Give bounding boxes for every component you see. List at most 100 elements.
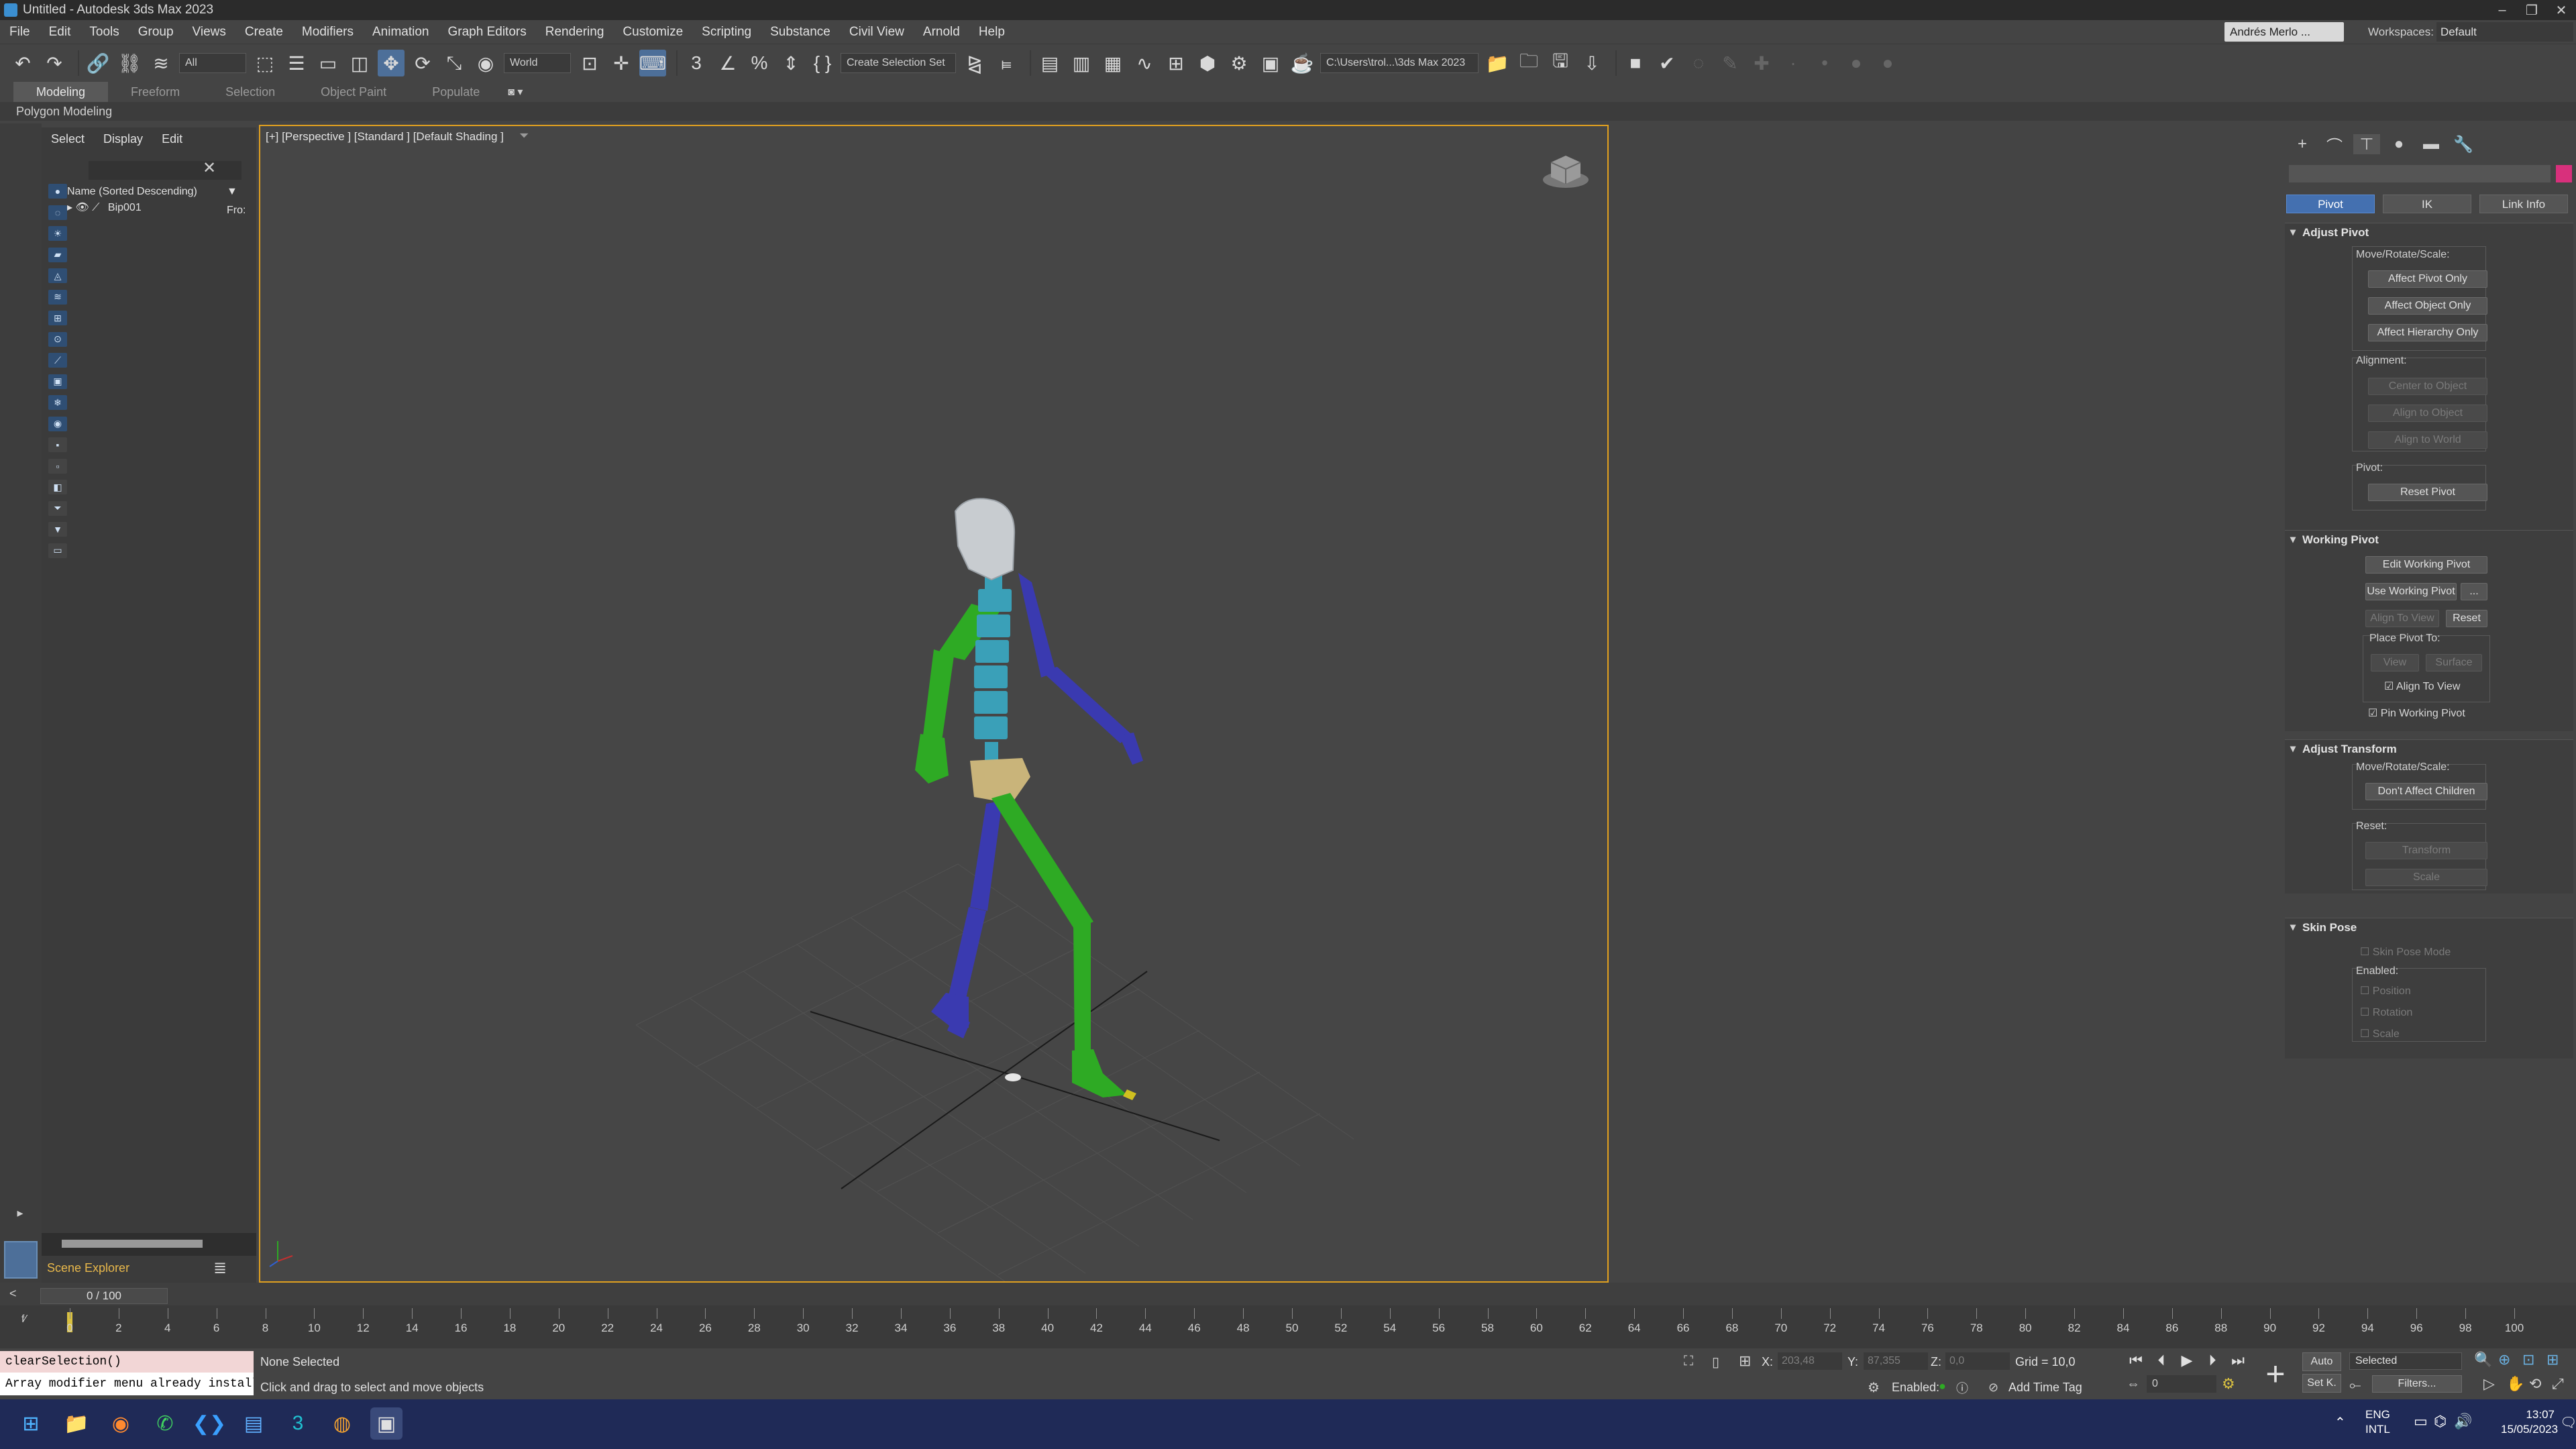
menu-scripting[interactable]: Scripting [692, 20, 761, 44]
menu-help[interactable]: Help [969, 20, 1014, 44]
use-working-pivot-button[interactable]: Use Working Pivot [2365, 583, 2457, 600]
rectangular-selection-icon[interactable]: ▭ [315, 50, 341, 76]
network-icon[interactable]: ⌬ [2434, 1413, 2447, 1430]
center-to-object-button[interactable]: Center to Object [2368, 378, 2487, 395]
adjust-transform-title[interactable]: Adjust Transform [2285, 740, 2573, 759]
select-and-place-icon[interactable]: ◉ [472, 50, 499, 76]
skin-pose-rotation-checkbox[interactable]: ☐ Rotation [2360, 1006, 2412, 1019]
project-folder-icon[interactable]: 🗀 [1515, 50, 1542, 76]
snaps-toggle-icon[interactable]: 3 [683, 50, 710, 76]
affect-pivot-only-button[interactable]: Affect Pivot Only [2368, 270, 2487, 288]
track-bar[interactable]: f⁄ 0 2 4 6 8 10 12 14 16 18 20 22 24 26 28 30 32 34 36 38 40… [0, 1305, 2576, 1348]
display-all-icon[interactable]: ▪ [48, 437, 67, 452]
align-icon[interactable]: ⫢ [993, 50, 1020, 76]
info-icon[interactable]: ⓘ [1956, 1379, 1968, 1397]
arnold-render-icon[interactable]: ■ [1622, 50, 1649, 76]
adaptive-degradation-icon[interactable]: ⚙ [1868, 1379, 1880, 1396]
reset-pivot-button[interactable]: Reset Pivot [2368, 484, 2487, 501]
working-pivot-options-button[interactable]: ... [2461, 583, 2487, 600]
hierarchy-panel-icon[interactable]: ⊤ [2353, 134, 2380, 154]
menu-rendering[interactable]: Rendering [536, 20, 614, 44]
adjust-pivot-title[interactable]: Adjust Pivot [2285, 223, 2573, 242]
manipulate-icon[interactable]: ✛ [608, 50, 635, 76]
maxscript-listener-line[interactable]: clearSelection() [0, 1351, 254, 1373]
skin-pose-scale-checkbox[interactable]: ☐ Scale [2360, 1027, 2400, 1040]
selection-filter-dropdown[interactable]: All [179, 53, 246, 73]
align-to-view-button[interactable]: Align To View [2365, 610, 2439, 627]
display-lights-icon[interactable]: ☀ [48, 226, 67, 241]
key-filter-plus-icon[interactable]: + [2257, 1355, 2294, 1393]
display-hidden-icon[interactable]: ◉ [48, 416, 67, 431]
scrollbar-thumb[interactable] [62, 1240, 203, 1248]
next-frame-icon[interactable]: ⏵ [2200, 1348, 2224, 1373]
tab-freeform[interactable]: Freeform [108, 82, 203, 102]
display-xrefs-icon[interactable]: ⊙ [48, 331, 67, 347]
open-explorer-icon[interactable]: 📁 [1484, 50, 1511, 76]
scene-explorer-scrollbar[interactable] [42, 1233, 256, 1256]
tab-selection[interactable]: Selection [203, 82, 298, 102]
skin-pose-position-checkbox[interactable]: ☐ Position [2360, 984, 2411, 998]
place-view-button[interactable]: View [2371, 654, 2419, 672]
menu-modifiers[interactable]: Modifiers [292, 20, 363, 44]
mirror-icon[interactable]: ⧎ [961, 50, 988, 76]
3ds-max-taskbar-icon[interactable]: 3 [282, 1407, 314, 1440]
scene-column-header[interactable]: Name (Sorted Descending) ▼ Fro: [67, 182, 246, 216]
pin-working-pivot-checkbox[interactable]: ☑ Pin Working Pivot [2368, 706, 2465, 720]
field-of-view-icon[interactable]: ▷ [2483, 1375, 2495, 1393]
se-tab-edit[interactable]: Edit [152, 132, 192, 146]
key-filters-button[interactable]: Filters... [2372, 1375, 2462, 1393]
display-helpers-icon[interactable]: ◬ [48, 268, 67, 283]
previous-frame-icon[interactable]: ⏴ [2149, 1348, 2174, 1373]
isolate-selection-icon[interactable]: ⛶ [1684, 1354, 1693, 1369]
enabled-status-dot-icon[interactable]: ● [1939, 1379, 1946, 1393]
create-selection-set-dropdown[interactable]: Create Selection Set [841, 53, 956, 73]
expand-arrow-icon[interactable]: ▸ [67, 202, 72, 213]
filter-toggle-icon[interactable]: ⏷ [48, 500, 67, 516]
asset-tracking-icon[interactable]: ⇩ [1578, 50, 1605, 76]
vscode-icon[interactable]: ❮❯ [193, 1407, 226, 1440]
absolute-offset-icon[interactable]: ⊞ [1739, 1352, 1751, 1370]
maximize-viewport-icon[interactable]: ⤢ [2552, 1375, 2564, 1393]
toggle-scene-explorer-icon[interactable]: ▤ [1036, 50, 1063, 76]
key-mode-toggle-icon[interactable]: ⇔ [2127, 1377, 2140, 1392]
maxscript-output-line[interactable]: Array modifier menu already installe [0, 1373, 254, 1395]
clock[interactable]: 13:07 15/05/2023 [2501, 1407, 2558, 1437]
display-shapes-icon[interactable]: ◌ [48, 205, 67, 220]
edit-working-pivot-button[interactable]: Edit Working Pivot [2365, 556, 2487, 574]
orbit-icon[interactable]: ⟲ [2529, 1375, 2541, 1393]
menu-civil-view[interactable]: Civil View [840, 20, 914, 44]
select-by-name-icon[interactable]: ☰ [283, 50, 310, 76]
polygon-modeling-panel-label[interactable]: Polygon Modeling [16, 105, 112, 118]
layer-explorer-icon[interactable]: ▥ [1068, 50, 1095, 76]
set-key-mode-icon[interactable]: ⟜ [2349, 1377, 2361, 1394]
display-bones-icon[interactable]: ⟋ [48, 353, 67, 368]
reset-working-pivot-button[interactable]: Reset [2446, 610, 2487, 627]
edit-named-selection-icon[interactable]: { } [809, 50, 836, 76]
align-to-world-button[interactable]: Align to World [2368, 431, 2487, 449]
workspace-dropdown[interactable]: Default [2436, 22, 2573, 42]
x-coordinate-field[interactable]: 203,48 [1778, 1352, 1842, 1370]
curve-editor-icon[interactable]: ∿ [1131, 50, 1158, 76]
window-crossing-icon[interactable]: ◫ [346, 50, 373, 76]
tab-populate[interactable]: Populate [409, 82, 502, 102]
visibility-eye-icon[interactable]: 👁 [75, 202, 89, 213]
tab-modeling[interactable]: Modeling [13, 82, 109, 102]
user-account-dropdown[interactable]: Andrés Merlo ... [2224, 22, 2344, 42]
menu-arnold[interactable]: Arnold [914, 20, 969, 44]
project-folder-dropdown[interactable]: C:\Users\trol...\3ds Max 2023 [1320, 53, 1479, 73]
display-icon[interactable]: ▭ [2414, 1413, 2428, 1430]
zoom-extents-icon[interactable]: ⊡ [2522, 1351, 2534, 1368]
percent-snap-icon[interactable]: % [746, 50, 773, 76]
angle-snap-icon[interactable]: ∠ [714, 50, 741, 76]
time-tag-icon[interactable]: ⊘ [1988, 1381, 1998, 1395]
object-name-field[interactable] [2289, 165, 2551, 182]
unlink-icon[interactable]: ⛓ [116, 50, 143, 76]
active-app-icon[interactable]: ▣ [370, 1407, 402, 1440]
menu-tools[interactable]: Tools [80, 20, 128, 44]
bind-space-warp-icon[interactable]: ≋ [148, 50, 174, 76]
menu-file[interactable]: File [0, 20, 40, 44]
go-to-end-icon[interactable]: ⏭ [2226, 1348, 2250, 1373]
start-menu-icon[interactable]: ⊞ [15, 1407, 47, 1440]
working-pivot-title[interactable]: Working Pivot [2285, 531, 2573, 549]
time-slider-bar[interactable]: < > [0, 1283, 2576, 1305]
